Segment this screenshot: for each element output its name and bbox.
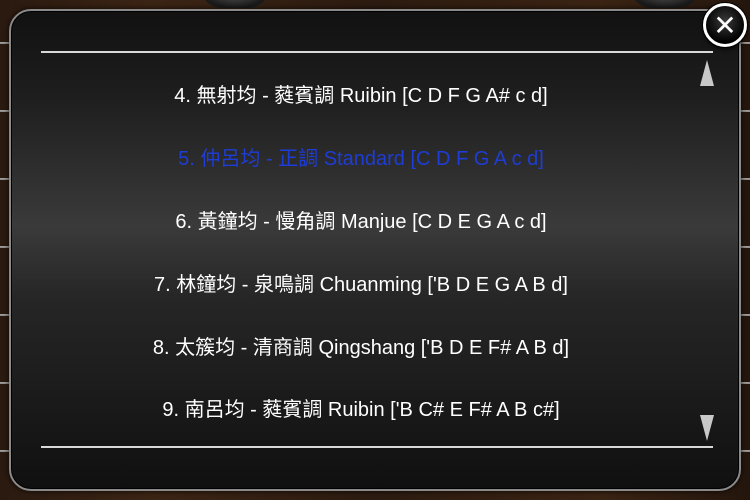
close-icon: ✕ xyxy=(713,8,737,42)
tuning-list-item[interactable]: 6. 黃鐘均 - 慢角調 Manjue [C D E G A c d] xyxy=(41,202,681,242)
tuning-list-item[interactable]: 4. 無射均 - 蕤賓調 Ruibin [C D F G A# c d] xyxy=(41,76,681,116)
top-divider xyxy=(41,51,713,53)
close-button[interactable]: ✕ xyxy=(703,3,747,47)
scroll-down-arrow-icon[interactable] xyxy=(700,415,714,441)
tuning-picker-panel: 4. 無射均 - 蕤賓調 Ruibin [C D F G A# c d] 5. … xyxy=(9,9,741,491)
background-knob xyxy=(200,0,270,8)
tuning-list-item[interactable]: 7. 林鐘均 - 泉鳴調 Chuanming ['B D E G A B d] xyxy=(41,265,681,305)
tuning-list-item[interactable]: 9. 南呂均 - 蕤賓調 Ruibin ['B C# E F# A B c#] xyxy=(41,390,681,430)
scroll-up-arrow-icon[interactable] xyxy=(700,60,714,86)
tuning-list[interactable]: 4. 無射均 - 蕤賓調 Ruibin [C D F G A# c d] 5. … xyxy=(41,76,681,444)
background-knob xyxy=(630,0,700,8)
tuning-list-item-selected[interactable]: 5. 仲呂均 - 正調 Standard [C D F G A c d] xyxy=(41,139,681,179)
bottom-divider xyxy=(41,446,713,448)
tuning-list-item[interactable]: 8. 太簇均 - 清商調 Qingshang ['B D E F# A B d] xyxy=(41,328,681,368)
